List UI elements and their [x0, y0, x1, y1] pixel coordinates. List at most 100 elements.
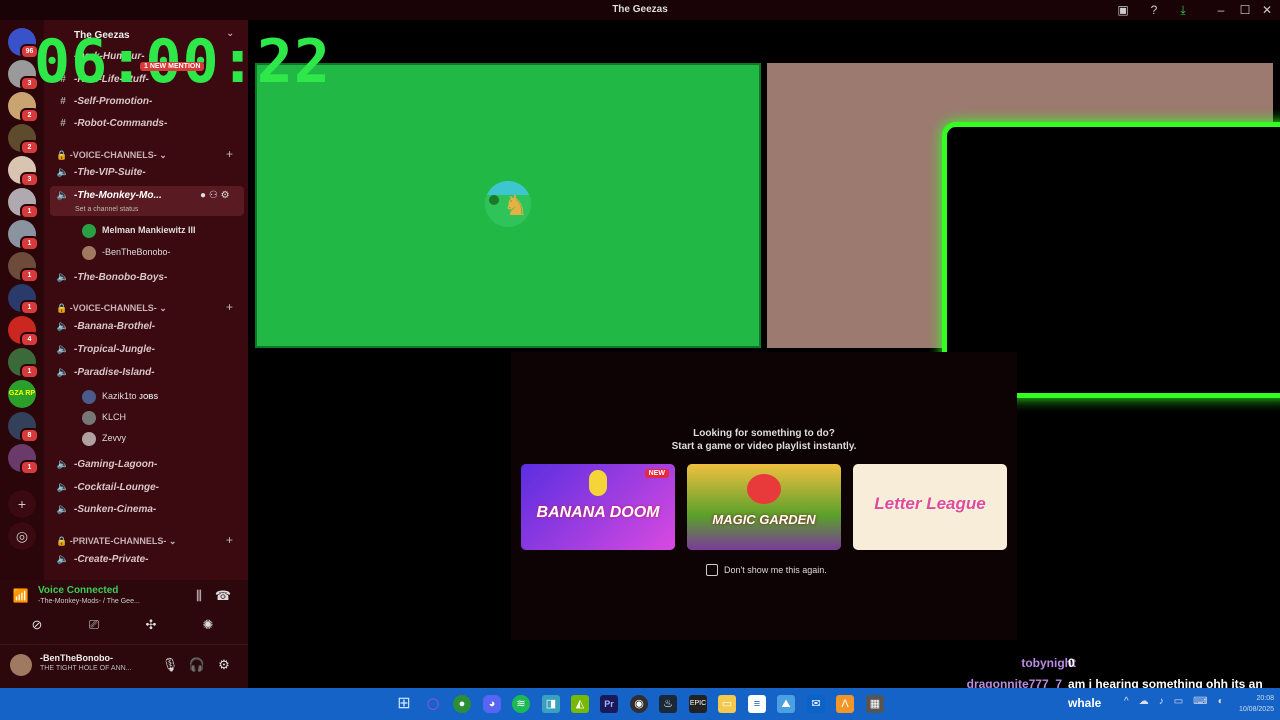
- minimize-button[interactable]: –: [1212, 2, 1230, 18]
- mention-badge: 1: [20, 236, 39, 251]
- copilot-icon[interactable]: ◯: [424, 695, 442, 713]
- screen-share-icon[interactable]: ⎚: [85, 617, 103, 633]
- invite-icon[interactable]: ⚇: [209, 190, 218, 201]
- signal-icon[interactable]: 📶: [12, 588, 30, 604]
- video-tile-melman[interactable]: ♞: [255, 63, 761, 348]
- mention-badge: 8: [20, 428, 39, 443]
- speaker-icon: 🔈: [56, 482, 70, 493]
- user-status[interactable]: THE TIGHT HOLE OF ANN...: [40, 665, 132, 672]
- server-icon[interactable]: GZA RP: [8, 380, 36, 408]
- steam-icon[interactable]: ♨: [659, 695, 677, 713]
- clock[interactable]: 20:08 10/08/2025: [1239, 693, 1274, 715]
- voice-user[interactable]: KLCH: [82, 409, 126, 425]
- discord-icon[interactable]: ◕: [483, 695, 501, 713]
- noise-suppression-icon[interactable]: ⫼: [190, 588, 208, 604]
- server-icon[interactable]: 1: [8, 444, 39, 475]
- discover-icon[interactable]: ◎: [8, 522, 36, 550]
- chrome-icon[interactable]: ●: [453, 695, 471, 713]
- channel-vip-suite[interactable]: 🔈 -The-VIP-Suite-: [56, 165, 146, 181]
- activity-card-banana-doom[interactable]: BANANA DOOM NEW: [521, 464, 675, 550]
- server-icon[interactable]: 4: [8, 316, 39, 347]
- voice-status-channel[interactable]: -The-Monkey-Mods- / The Gee...: [38, 598, 140, 605]
- app-icon[interactable]: ◨: [542, 695, 560, 713]
- server-icon[interactable]: 96: [8, 28, 39, 59]
- soundboard-icon[interactable]: ✺: [199, 617, 217, 633]
- voice-user[interactable]: Melman Mankiewitz III: [82, 222, 196, 238]
- avatar: ♞: [485, 181, 531, 227]
- channel-tropical-jungle[interactable]: 🔈 -Tropical-Jungle-: [56, 342, 155, 358]
- new-mentions-badge[interactable]: 1 NEW MENTION: [140, 62, 205, 71]
- photos-icon[interactable]: ⛰: [777, 695, 795, 713]
- server-icon[interactable]: 2: [8, 92, 39, 123]
- avatar: [82, 223, 96, 238]
- add-channel-icon[interactable]: +: [226, 300, 233, 314]
- channel-bonobo-boys[interactable]: 🔈 -The-Bonobo-Boys-: [56, 270, 168, 286]
- app-a-icon[interactable]: Λ: [836, 695, 854, 713]
- server-icon[interactable]: 2: [8, 124, 39, 155]
- activity-card-magic-garden[interactable]: MAGIC GARDEN: [687, 464, 841, 550]
- epic-games-icon[interactable]: EPIC: [689, 695, 707, 713]
- add-channel-icon[interactable]: +: [226, 533, 233, 547]
- channel-robot-commands[interactable]: # -Robot-Commands-: [56, 116, 167, 132]
- disconnect-icon[interactable]: ☎: [214, 588, 232, 604]
- channel-cocktail-lounge[interactable]: 🔈 -Cocktail-Lounge-: [56, 480, 159, 496]
- premiere-icon[interactable]: Pr: [600, 695, 618, 713]
- avatar[interactable]: [10, 654, 32, 676]
- server-icon[interactable]: 1: [8, 220, 39, 251]
- mention-badge: 1: [20, 460, 39, 475]
- server-icon[interactable]: 3: [8, 156, 39, 187]
- speaker-icon: 🔈: [56, 190, 70, 201]
- server-icon[interactable]: 8: [8, 412, 39, 443]
- speaker-icon: 🔈: [56, 554, 70, 565]
- help-icon[interactable]: ?: [1145, 2, 1163, 18]
- server-icon[interactable]: 1: [8, 284, 39, 315]
- dont-show-label[interactable]: Don't show me this again.: [724, 565, 827, 575]
- system-tray-icons[interactable]: ^☁♪▭⌨◐: [1124, 696, 1234, 707]
- headphones-icon[interactable]: 🎧: [188, 657, 206, 673]
- avatar: [82, 389, 96, 404]
- outlook-icon[interactable]: ✉: [807, 695, 825, 713]
- channel-create-private[interactable]: 🔈 -Create-Private-: [56, 552, 149, 568]
- gear-icon[interactable]: ⚙: [215, 657, 233, 673]
- channel-status[interactable]: Set a channel status: [75, 206, 138, 213]
- folder-icon[interactable]: ▭: [718, 695, 736, 713]
- voice-status-label[interactable]: Voice Connected: [38, 585, 118, 596]
- obs-icon[interactable]: ◉: [630, 695, 648, 713]
- voice-user[interactable]: Zevvy: [82, 430, 126, 446]
- add-server-button[interactable]: +: [8, 490, 36, 518]
- category-voice-channels[interactable]: 🔒 -VOICE-CHANNELS- ⌄: [56, 150, 167, 161]
- download-icon[interactable]: ⤓: [1174, 2, 1192, 18]
- channel-paradise-island[interactable]: 🔈 -Paradise-Island-: [56, 365, 155, 381]
- server-icon[interactable]: 1: [8, 252, 39, 283]
- gear-icon[interactable]: ⚙: [221, 190, 230, 201]
- dont-show-checkbox[interactable]: [706, 564, 718, 576]
- channel-banana-brothel[interactable]: 🔈 -Banana-Brothel-: [56, 319, 155, 335]
- avatar: [82, 410, 96, 425]
- activities-icon[interactable]: ✣: [142, 617, 160, 633]
- chat-icon[interactable]: ●: [200, 190, 206, 201]
- microphone-icon[interactable]: 🎙: [161, 657, 179, 673]
- server-icon[interactable]: 1: [8, 348, 39, 379]
- activity-card-letter-league[interactable]: Letter League: [853, 464, 1007, 550]
- server-icon[interactable]: 3: [8, 60, 39, 91]
- category-voice-channels-2[interactable]: 🔒 -VOICE-CHANNELS- ⌄: [56, 303, 167, 314]
- minecraft-icon[interactable]: ▦: [866, 695, 884, 713]
- add-channel-icon[interactable]: +: [226, 147, 233, 161]
- spotify-icon[interactable]: ≋: [512, 695, 530, 713]
- channel-sunken-cinema[interactable]: 🔈 -Sunken-Cinema-: [56, 502, 156, 518]
- server-icon[interactable]: 1: [8, 188, 39, 219]
- username[interactable]: -BenTheBonobo-: [40, 653, 113, 663]
- close-button[interactable]: ✕: [1258, 2, 1276, 18]
- channel-gaming-lagoon[interactable]: 🔈 -Gaming-Lagoon-: [56, 457, 158, 473]
- voice-user[interactable]: Kazik1to JOBS: [82, 388, 158, 404]
- mention-badge: 2: [20, 140, 39, 155]
- maximize-button[interactable]: ☐: [1236, 2, 1254, 18]
- start-icon[interactable]: ⊞: [395, 695, 413, 713]
- category-private-channels[interactable]: 🔒 -PRIVATE-CHANNELS- ⌄: [56, 536, 176, 547]
- channel-monkey-mods[interactable]: 🔈 -The-Monkey-Mo...: [56, 188, 162, 204]
- voice-user[interactable]: -BenTheBonobo-: [82, 244, 171, 260]
- camera-off-icon[interactable]: ⊘: [28, 617, 46, 633]
- inbox-icon[interactable]: ▣: [1114, 2, 1132, 18]
- notepad-icon[interactable]: ≡: [748, 695, 766, 713]
- nvidia-icon[interactable]: ◭: [571, 695, 589, 713]
